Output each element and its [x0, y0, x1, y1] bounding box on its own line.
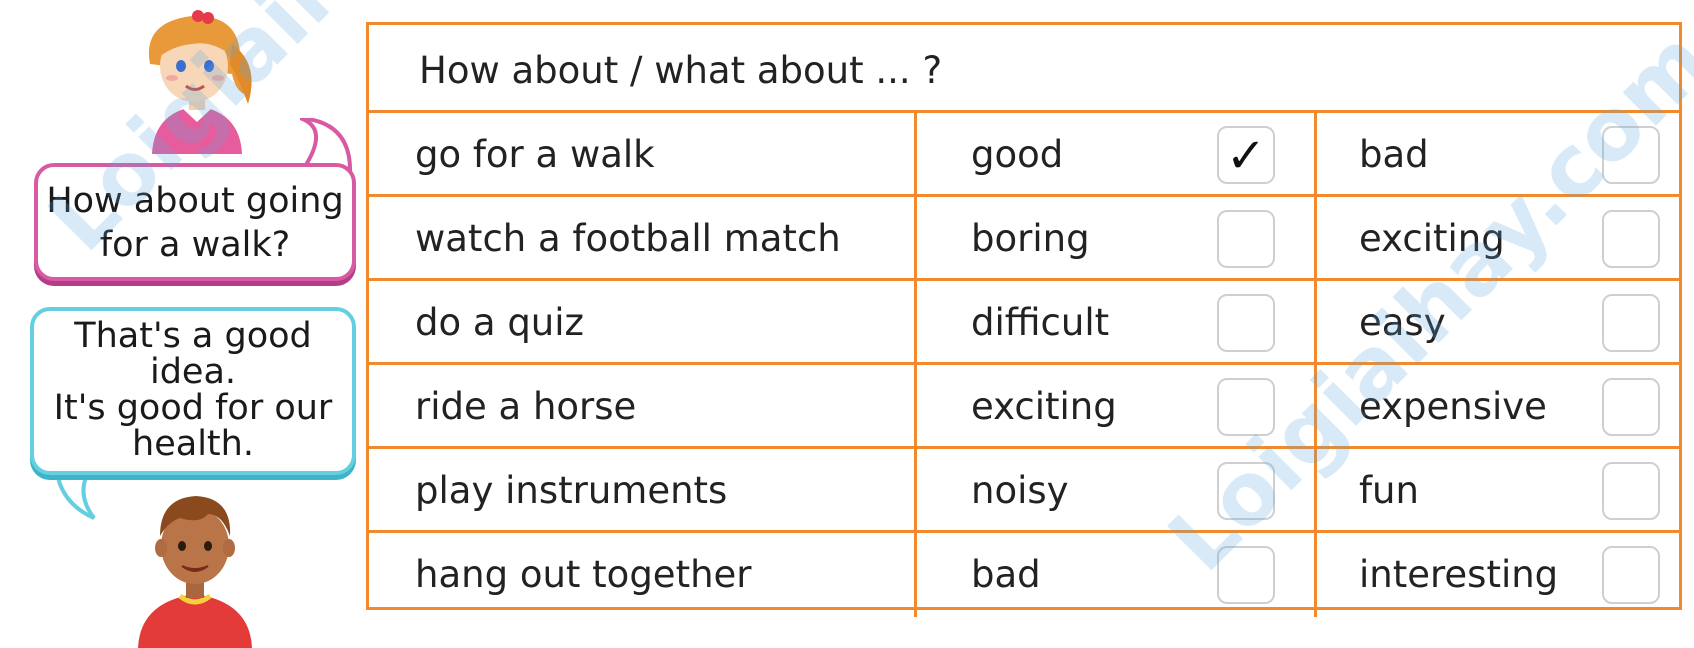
- activity-cell-text: hang out together: [415, 553, 752, 596]
- activity-cell: play instruments: [369, 449, 917, 530]
- table-row: play instruments noisy fun: [369, 449, 1679, 533]
- option2-cell-checkbox[interactable]: [1602, 126, 1660, 184]
- option2-cell-checkbox[interactable]: [1602, 546, 1660, 604]
- option1-cell: noisy: [917, 449, 1317, 530]
- option1-cell-checkbox[interactable]: [1217, 462, 1275, 520]
- option1-cell-checkbox[interactable]: [1217, 210, 1275, 268]
- girl-illustration: [148, 10, 252, 154]
- activity-cell: ride a horse: [369, 365, 917, 446]
- option1-cell: exciting: [917, 365, 1317, 446]
- activity-cell-text: do a quiz: [415, 301, 584, 344]
- option2-cell: expensive: [1317, 365, 1679, 446]
- option2-cell: interesting: [1317, 533, 1679, 617]
- option1-cell-text: exciting: [971, 385, 1117, 428]
- option2-cell: fun: [1317, 449, 1679, 530]
- activity-cell-text: ride a horse: [415, 385, 637, 428]
- boy-speech-line-1: That's a good idea.: [74, 316, 312, 392]
- option1-cell-checkbox[interactable]: [1217, 546, 1275, 604]
- boy-illustration: [138, 496, 252, 648]
- table-row: hang out together bad interesting: [369, 533, 1679, 617]
- activity-cell-text: play instruments: [415, 469, 728, 512]
- table-row: watch a football match boring exciting: [369, 197, 1679, 281]
- table-row: do a quiz difficult easy: [369, 281, 1679, 365]
- activity-cell: do a quiz: [369, 281, 917, 362]
- option2-cell-checkbox[interactable]: [1602, 462, 1660, 520]
- option2-cell-text: easy: [1359, 301, 1446, 344]
- activity-cell: watch a football match: [369, 197, 917, 278]
- option1-cell-text: noisy: [971, 469, 1069, 512]
- option2-cell-checkbox[interactable]: [1602, 210, 1660, 268]
- option1-cell: boring: [917, 197, 1317, 278]
- option2-cell: bad: [1317, 113, 1679, 194]
- option1-cell: bad: [917, 533, 1317, 617]
- activity-cell-text: watch a football match: [415, 217, 841, 260]
- option2-cell-checkbox[interactable]: [1602, 378, 1660, 436]
- option1-cell-checkbox[interactable]: [1217, 378, 1275, 436]
- checkmark-icon: ✓: [1225, 128, 1267, 184]
- table-row: go for a walk good ✓ bad: [369, 113, 1679, 197]
- boy-speech-line-2: It's good for our health.: [53, 388, 333, 464]
- option2-cell-text: exciting: [1359, 217, 1505, 260]
- option1-cell-text: bad: [971, 553, 1041, 596]
- table-header-text: How about / what about ... ?: [419, 49, 943, 92]
- option2-cell-text: expensive: [1359, 385, 1547, 428]
- option1-cell: good ✓: [917, 113, 1317, 194]
- activity-cell: go for a walk: [369, 113, 917, 194]
- option2-cell-checkbox[interactable]: [1602, 294, 1660, 352]
- option1-cell: difficult: [917, 281, 1317, 362]
- boy-speech-bubble: That's a good idea. It's good for our he…: [30, 307, 356, 475]
- option2-cell: easy: [1317, 281, 1679, 362]
- option1-cell-text: difficult: [971, 301, 1110, 344]
- option2-cell-text: interesting: [1359, 553, 1559, 596]
- table-header-row: How about / what about ... ?: [369, 25, 1679, 113]
- option1-cell-text: boring: [971, 217, 1090, 260]
- activity-cell: hang out together: [369, 533, 917, 617]
- girl-speech-text: How about going for a walk?: [46, 181, 344, 265]
- table-row: ride a horse exciting expensive: [369, 365, 1679, 449]
- option1-cell-checkbox[interactable]: [1217, 294, 1275, 352]
- option2-cell-text: bad: [1359, 133, 1429, 176]
- exercise-table: How about / what about ... ? go for a wa…: [366, 22, 1682, 617]
- girl-speech-bubble: How about going for a walk?: [34, 163, 356, 281]
- activity-cell-text: go for a walk: [415, 133, 655, 176]
- option1-cell-checkbox[interactable]: ✓: [1217, 126, 1275, 184]
- option2-cell: exciting: [1317, 197, 1679, 278]
- option1-cell-text: good: [971, 133, 1064, 176]
- option2-cell-text: fun: [1359, 469, 1419, 512]
